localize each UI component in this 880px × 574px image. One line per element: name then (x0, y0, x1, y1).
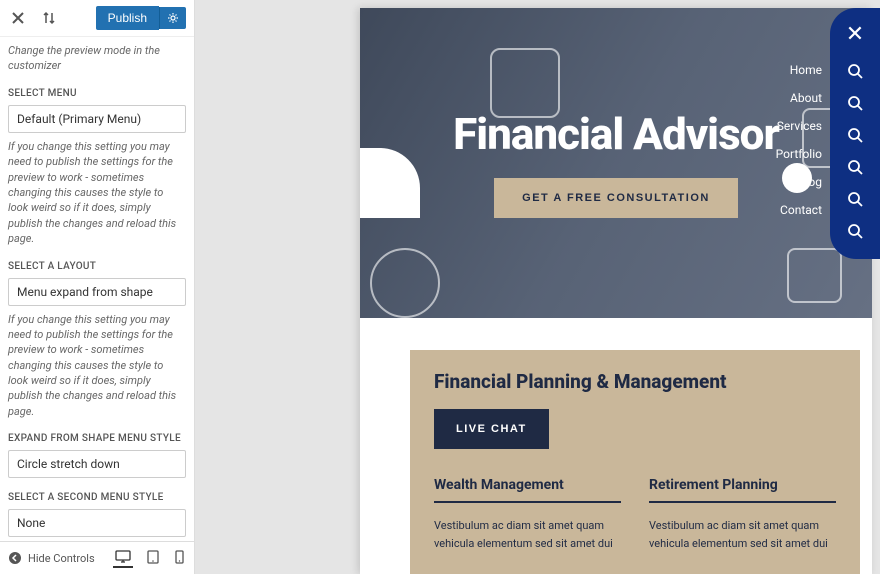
widget-search-6[interactable] (847, 223, 863, 239)
preview-pane: Home About Services Portfolio Blog Conta… (195, 0, 880, 574)
planning-section: Financial Planning & Management LIVE CHA… (410, 350, 860, 574)
column-title: Wealth Management (434, 477, 621, 503)
search-icon (847, 63, 863, 79)
sidebar-topbar: Publish (0, 0, 194, 37)
hero-title: Financial Advisor (453, 108, 779, 160)
search-icon (847, 223, 863, 239)
column-text: Vestibulum ac diam sit amet quam vehicul… (649, 517, 836, 552)
publish-button[interactable]: Publish (96, 6, 159, 30)
sort-icon (42, 11, 56, 25)
column-wealth: Wealth Management Vestibulum ac diam sit… (434, 477, 621, 552)
device-tablet-button[interactable] (145, 548, 161, 568)
hide-controls-label: Hide Controls (28, 552, 95, 565)
search-icon (847, 191, 863, 207)
close-icon (12, 12, 24, 24)
sidebar-footer: Hide Controls (0, 541, 194, 574)
search-icon (847, 95, 863, 111)
column-title: Retirement Planning (649, 477, 836, 503)
desktop-icon (115, 550, 131, 564)
sidebar-body: Change the preview mode in the customize… (0, 37, 194, 541)
select-layout-help: If you change this setting you may need … (8, 312, 186, 420)
widget-search-4[interactable] (847, 159, 863, 175)
widget-search-2[interactable] (847, 95, 863, 111)
select-layout-dropdown[interactable]: Menu expand from shape (8, 278, 186, 306)
select-menu-help: If you change this setting you may need … (8, 139, 186, 247)
select-menu-label: SELECT MENU (8, 88, 186, 99)
widget-search-3[interactable] (847, 127, 863, 143)
close-button[interactable] (8, 8, 28, 28)
search-widget-bar: ✕ (830, 8, 880, 259)
select-menu-dropdown[interactable]: Default (Primary Menu) (8, 105, 186, 133)
expand-style-dropdown[interactable]: Circle stretch down (8, 450, 186, 478)
device-mobile-button[interactable] (173, 548, 186, 568)
widget-close-button[interactable]: ✕ (846, 22, 864, 47)
widget-search-1[interactable] (847, 63, 863, 79)
search-icon (847, 127, 863, 143)
hero-cta-button[interactable]: GET A FREE CONSULTATION (494, 178, 738, 218)
column-text: Vestibulum ac diam sit amet quam vehicul… (434, 517, 621, 552)
second-style-label: SELECT A SECOND MENU STYLE (8, 492, 186, 503)
chevron-left-circle-icon (8, 551, 22, 565)
expand-style-label: EXPAND FROM SHAPE MENU STYLE (8, 433, 186, 444)
preview-frame: Home About Services Portfolio Blog Conta… (360, 8, 872, 574)
publish-settings-button[interactable] (159, 7, 186, 29)
customizer-sidebar: Publish Change the preview mode in the c… (0, 0, 195, 574)
reorder-button[interactable] (38, 7, 60, 29)
section-title: Financial Planning & Management (434, 370, 836, 393)
preview-mode-help: Change the preview mode in the customize… (8, 43, 186, 74)
second-style-dropdown[interactable]: None (8, 509, 186, 537)
tablet-icon (147, 550, 159, 564)
device-desktop-button[interactable] (113, 548, 133, 568)
live-chat-button[interactable]: LIVE CHAT (434, 409, 549, 449)
hero-section: Home About Services Portfolio Blog Conta… (360, 8, 872, 318)
hide-controls-button[interactable]: Hide Controls (8, 551, 95, 565)
device-switcher (113, 548, 186, 568)
gear-icon (167, 12, 179, 24)
select-layout-label: SELECT A LAYOUT (8, 261, 186, 272)
widget-search-5[interactable] (847, 191, 863, 207)
column-retirement: Retirement Planning Vestibulum ac diam s… (649, 477, 836, 552)
search-icon (847, 159, 863, 175)
mobile-icon (175, 550, 184, 564)
